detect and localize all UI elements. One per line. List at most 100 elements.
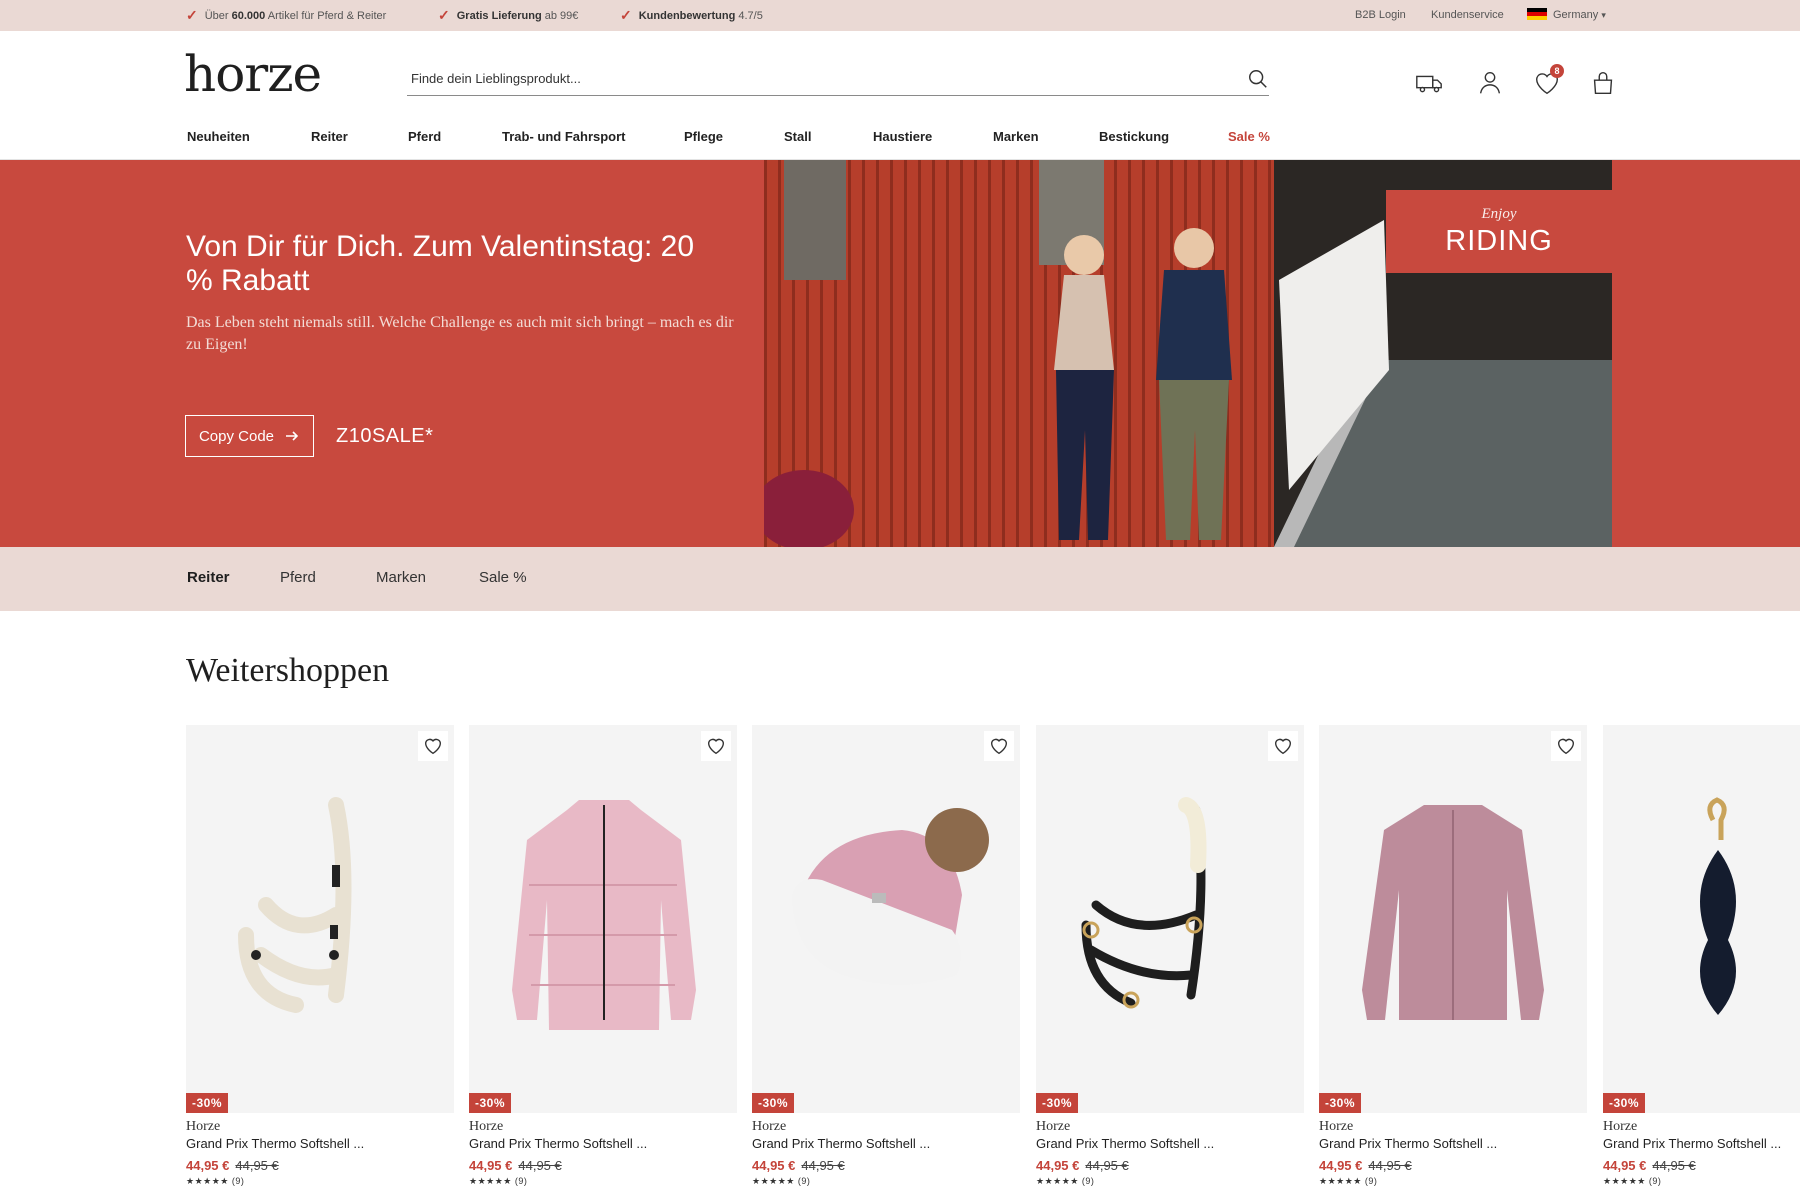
- beanie-icon: [792, 808, 989, 985]
- product-rating: ★★★★★ (9): [186, 1176, 245, 1186]
- product-card[interactable]: -30% Horze Grand Prix Thermo Softshell .…: [1036, 725, 1304, 1187]
- usp-articles: ✓ Über 60.000 Artikel für Pferd & Reiter: [186, 7, 387, 23]
- halter-icon: [238, 797, 352, 1013]
- discount-badge: -30%: [1036, 1093, 1079, 1113]
- product-rating: ★★★★★ (9): [1036, 1176, 1095, 1186]
- hero-banner: Von Dir für Dich. Zum Valentinstag: 20 %…: [0, 160, 1800, 547]
- product-price: 44,95 €44,95 €: [186, 1158, 279, 1173]
- customer-service-link[interactable]: Kundenservice: [1431, 0, 1504, 31]
- search-bar: [407, 62, 1269, 96]
- nav-item-pferd[interactable]: Pferd: [408, 129, 441, 144]
- discount-badge: -30%: [469, 1093, 512, 1113]
- search-input[interactable]: [407, 62, 1207, 94]
- wishlist-count-badge: 8: [1550, 64, 1564, 78]
- product-card[interactable]: -30% Horze Grand Prix Thermo Softshell .…: [752, 725, 1020, 1187]
- product-brand: Horze: [1319, 1119, 1354, 1134]
- heart-icon: [707, 738, 725, 755]
- product-name[interactable]: Grand Prix Thermo Softshell ...: [186, 1136, 454, 1151]
- product-name[interactable]: Grand Prix Thermo Softshell ...: [1319, 1136, 1587, 1151]
- main-nav: Neuheiten Reiter Pferd Trab- und Fahrspo…: [0, 124, 1800, 160]
- favorite-button[interactable]: [701, 731, 731, 761]
- favorite-button[interactable]: [418, 731, 448, 761]
- usp-delivery: ✓ Gratis Lieferung ab 99€: [438, 7, 579, 23]
- enjoy-riding-label: Enjoy RIDING: [1386, 190, 1612, 273]
- product-card[interactable]: -30% Horze Grand Prix Thermo Softshell .…: [186, 725, 454, 1187]
- category-subnav: Reiter Pferd Marken Sale %: [0, 547, 1800, 611]
- heart-icon: [1557, 738, 1575, 755]
- nav-item-neuheiten[interactable]: Neuheiten: [187, 129, 250, 144]
- heart-icon: [990, 738, 1008, 755]
- subnav-item-reiter[interactable]: Reiter: [187, 569, 230, 586]
- halter-icon: [1081, 797, 1207, 1009]
- product-image[interactable]: -30%: [752, 725, 1020, 1113]
- product-price: 44,95 €44,95 €: [1036, 1158, 1129, 1173]
- subnav-item-pferd[interactable]: Pferd: [280, 569, 316, 586]
- product-image[interactable]: -30%: [1603, 725, 1800, 1113]
- discount-badge: -30%: [752, 1093, 795, 1113]
- product-name[interactable]: Grand Prix Thermo Softshell ...: [469, 1136, 737, 1151]
- usp-rating: ✓ Kundenbewertung 4.7/5: [620, 7, 763, 23]
- product-rating: ★★★★★ (9): [1603, 1176, 1662, 1186]
- heart-icon: [424, 738, 442, 755]
- product-image[interactable]: -30%: [1036, 725, 1304, 1113]
- product-name[interactable]: Grand Prix Thermo Softshell ...: [1603, 1136, 1800, 1151]
- product-brand: Horze: [469, 1119, 504, 1134]
- nav-item-haustiere[interactable]: Haustiere: [873, 129, 932, 144]
- copy-code-button[interactable]: Copy Code: [185, 415, 314, 457]
- product-rating: ★★★★★ (9): [1319, 1176, 1378, 1186]
- subnav-item-marken[interactable]: Marken: [376, 569, 426, 586]
- product-brand: Horze: [752, 1119, 787, 1134]
- product-price: 44,95 €44,95 €: [1603, 1158, 1696, 1173]
- product-brand: Horze: [186, 1119, 221, 1134]
- heart-icon: [1274, 738, 1292, 755]
- shopping-bag-icon[interactable]: [1588, 68, 1618, 98]
- favorite-button[interactable]: [984, 731, 1014, 761]
- check-icon: ✓: [186, 7, 198, 23]
- delivery-truck-icon[interactable]: [1414, 68, 1444, 98]
- hero-title: Von Dir für Dich. Zum Valentinstag: 20 %…: [186, 230, 695, 297]
- product-price: 44,95 €44,95 €: [752, 1158, 845, 1173]
- product-name[interactable]: Grand Prix Thermo Softshell ...: [1036, 1136, 1304, 1151]
- product-brand: Horze: [1036, 1119, 1071, 1134]
- nav-item-sale[interactable]: Sale %: [1228, 129, 1270, 144]
- germany-flag-icon: [1527, 8, 1547, 20]
- arrow-right-icon: [286, 431, 299, 441]
- nav-item-trab-fahrsport[interactable]: Trab- und Fahrsport: [502, 129, 626, 144]
- hero-text: Das Leben steht niemals still. Welche Ch…: [186, 314, 734, 353]
- hero-image[interactable]: Enjoy RIDING: [764, 160, 1612, 547]
- account-icon[interactable]: [1475, 68, 1505, 98]
- subnav-item-sale[interactable]: Sale %: [479, 569, 527, 586]
- product-name[interactable]: Grand Prix Thermo Softshell ...: [752, 1136, 1020, 1151]
- check-icon: ✓: [438, 7, 450, 23]
- favorite-button[interactable]: [1268, 731, 1298, 761]
- puffer-jacket-icon: [512, 800, 696, 1030]
- discount-badge: -30%: [1603, 1093, 1646, 1113]
- b2b-login-link[interactable]: B2B Login: [1355, 0, 1406, 31]
- nav-item-stall[interactable]: Stall: [784, 129, 811, 144]
- product-rating: ★★★★★ (9): [469, 1176, 528, 1186]
- product-image[interactable]: -30%: [1319, 725, 1587, 1113]
- product-image[interactable]: -30%: [186, 725, 454, 1113]
- product-price: 44,95 €44,95 €: [469, 1158, 562, 1173]
- jacket-icon: [1362, 805, 1544, 1020]
- wishlist-button[interactable]: 8: [1532, 64, 1564, 98]
- nav-item-pflege[interactable]: Pflege: [684, 129, 723, 144]
- product-card[interactable]: -30% Horze Grand Prix Thermo Softshell .…: [1319, 725, 1587, 1187]
- favorite-button[interactable]: [1551, 731, 1581, 761]
- discount-badge: -30%: [1319, 1093, 1362, 1113]
- product-rating: ★★★★★ (9): [752, 1176, 811, 1186]
- product-image[interactable]: -30%: [469, 725, 737, 1113]
- product-card[interactable]: -30% Horze Grand Prix Thermo Softshell .…: [1603, 725, 1800, 1187]
- lead-rope-icon: [1700, 797, 1736, 1015]
- product-brand: Horze: [1603, 1119, 1638, 1134]
- logo[interactable]: horze: [184, 44, 322, 104]
- nav-item-reiter[interactable]: Reiter: [311, 129, 348, 144]
- nav-item-bestickung[interactable]: Bestickung: [1099, 129, 1169, 144]
- search-icon[interactable]: [1247, 68, 1269, 90]
- check-icon: ✓: [620, 7, 632, 23]
- product-card[interactable]: -30% Horze Grand Prix Thermo Softshell .…: [469, 725, 737, 1187]
- nav-item-marken[interactable]: Marken: [993, 129, 1039, 144]
- discount-badge: -30%: [186, 1093, 229, 1113]
- country-selector[interactable]: Germany ▾: [1527, 0, 1606, 31]
- section-title: Weitershoppen: [186, 652, 390, 689]
